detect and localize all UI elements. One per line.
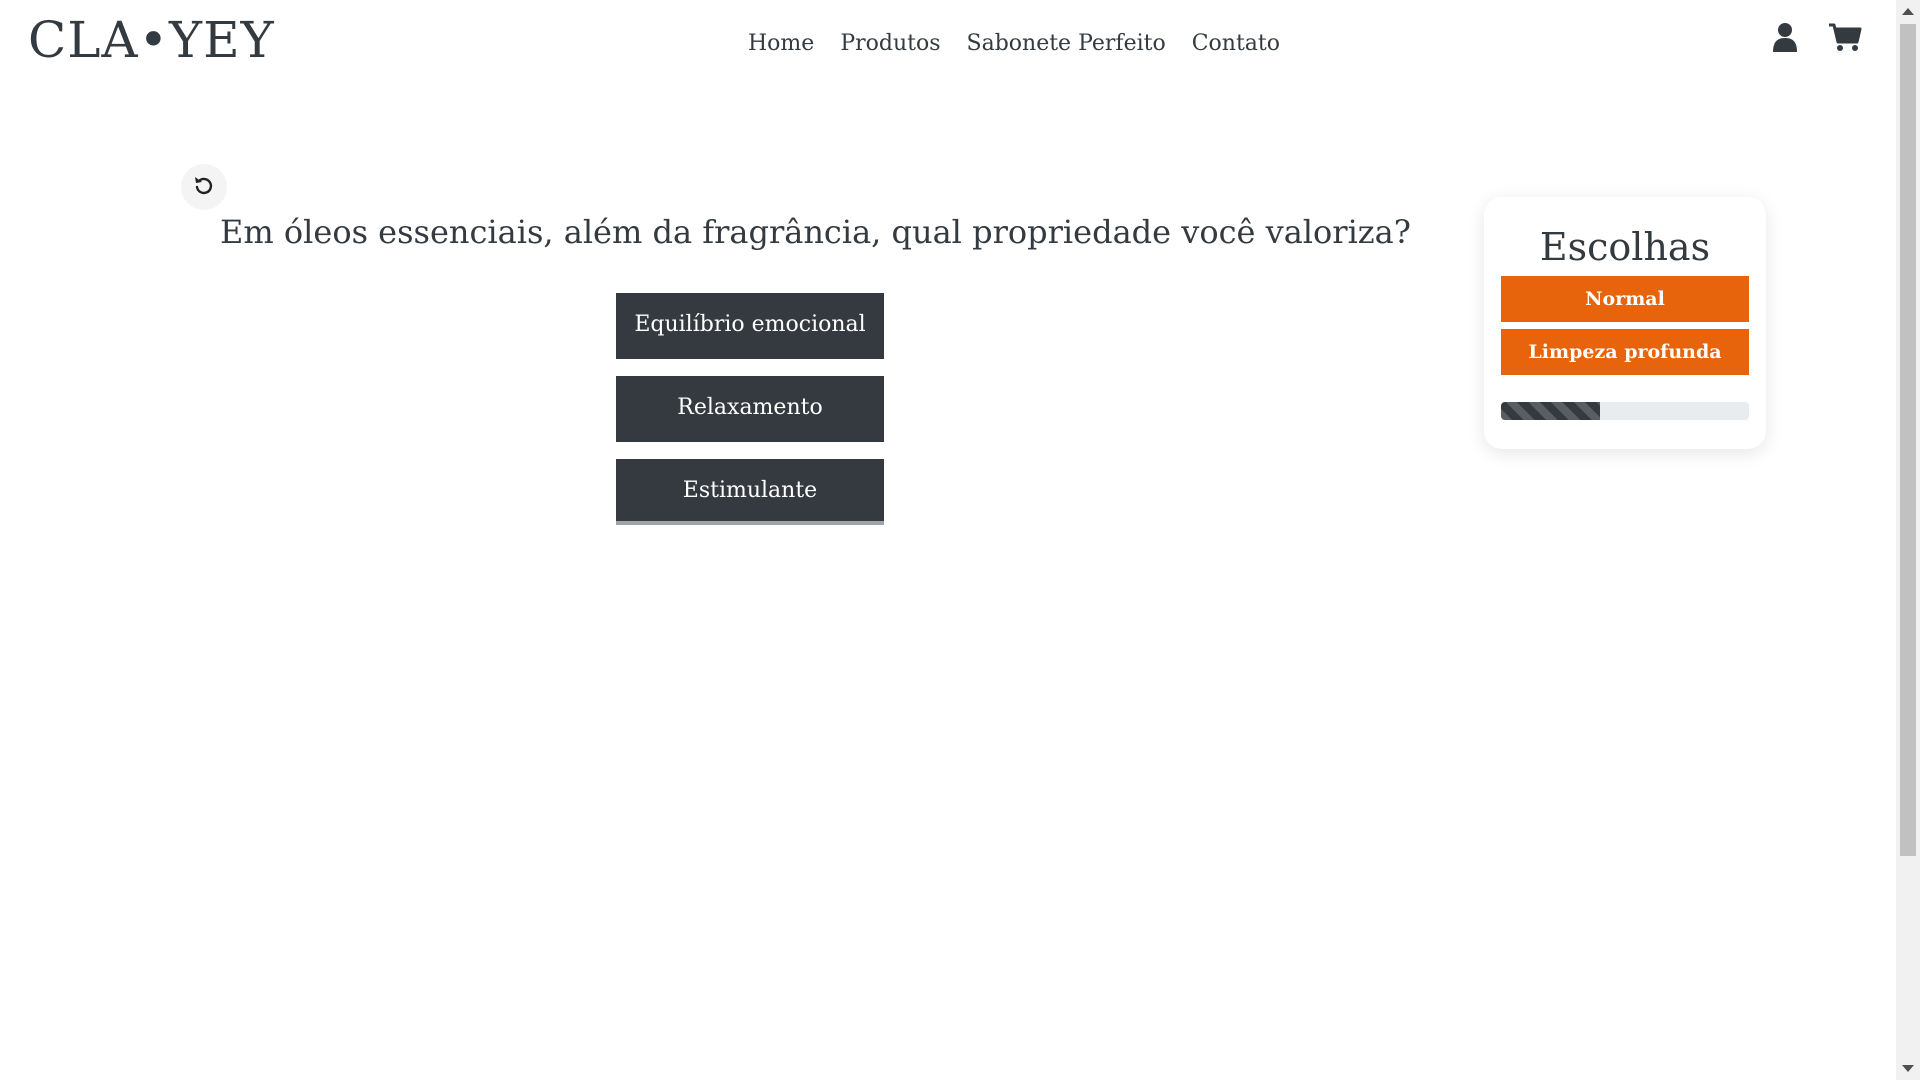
option-equilibrio-emocional[interactable]: Equilíbrio emocional [616,293,884,359]
undo-icon [193,174,215,200]
nav-home[interactable]: Home [735,28,827,60]
choice-normal: Normal [1501,276,1749,322]
scroll-up-arrow[interactable] [1902,8,1914,15]
quiz-question: Em óleos essenciais, além da fragrância,… [220,213,1411,251]
cart-icon[interactable] [1828,22,1862,56]
choices-title: Escolhas [1539,225,1711,269]
scrollbar[interactable] [1896,0,1920,1080]
choices-panel: Escolhas Normal Limpeza profunda [1484,197,1766,449]
progress-bar [1501,402,1749,420]
scroll-thumb[interactable] [1900,24,1916,856]
scroll-down-arrow[interactable] [1902,1065,1914,1072]
progress-fill [1501,402,1601,420]
nav-produtos[interactable]: Produtos [827,28,953,60]
option-estimulante[interactable]: Estimulante [616,459,884,525]
choice-limpeza-profunda: Limpeza profunda [1501,329,1749,375]
option-relaxamento[interactable]: Relaxamento [616,376,884,442]
user-icon[interactable] [1772,22,1798,56]
logo[interactable]: CLA•YEY [28,10,275,70]
nav-contato[interactable]: Contato [1179,28,1293,60]
answer-options: Equilíbrio emocional Relaxamento Estimul… [616,293,884,542]
main-nav: Home Produtos Sabonete Perfeito Contato [735,28,1293,60]
undo-button[interactable] [181,164,227,210]
page: CLA•YEY Home Produtos Sabonete Perfeito … [0,0,1896,1080]
header-icons [1772,22,1862,56]
nav-sabonete-perfeito[interactable]: Sabonete Perfeito [954,28,1179,60]
